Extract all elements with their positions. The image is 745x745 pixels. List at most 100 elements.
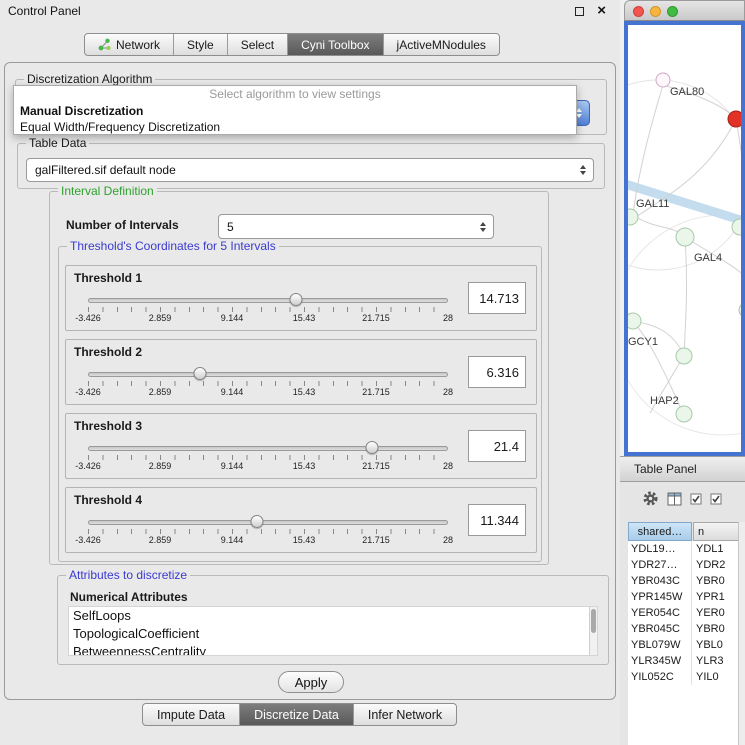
node-label: GCY1 xyxy=(628,336,658,348)
table-scrollbar[interactable] xyxy=(738,522,745,745)
table-row[interactable]: YIL052CYIL0 xyxy=(628,669,745,685)
table-row[interactable]: YBR045CYBR0 xyxy=(628,621,745,637)
tab-label: Style xyxy=(187,38,214,52)
slider-track[interactable] xyxy=(88,372,448,377)
tick-label: -3.426 xyxy=(75,461,101,471)
threshold-slider[interactable]: -3.4262.8599.14415.4321.71528 xyxy=(88,440,448,476)
threshold-panel: Threshold 3 -3.4262.8599.14415.4321.7152… xyxy=(65,413,537,479)
close-icon[interactable]: × xyxy=(597,2,606,19)
threshold-panel: Threshold 2 -3.4262.8599.14415.4321.7152… xyxy=(65,339,537,405)
tick-label: 21.715 xyxy=(362,535,390,545)
tab-network[interactable]: Network xyxy=(85,34,174,55)
float-window-icon[interactable] xyxy=(575,7,584,16)
table-row[interactable]: YBL079WYBL0 xyxy=(628,637,745,653)
tab-discretize-data[interactable]: Discretize Data xyxy=(240,704,354,725)
close-traffic-light[interactable] xyxy=(633,6,644,17)
tick-label: 15.43 xyxy=(293,313,316,323)
table-cell: YER054C xyxy=(628,605,692,621)
group-title: Interval Definition xyxy=(58,184,157,198)
network-node[interactable] xyxy=(676,406,692,422)
group-title: Table Data xyxy=(26,136,89,150)
slider-track[interactable] xyxy=(88,298,448,303)
table-row[interactable]: YBR043CYBR0 xyxy=(628,573,745,589)
interval-definition-group: Interval Definition Number of Intervals … xyxy=(49,191,549,565)
panel-title: Control Panel xyxy=(8,4,81,18)
network-node[interactable] xyxy=(739,303,741,317)
tab-style[interactable]: Style xyxy=(174,34,228,55)
network-node-selected[interactable] xyxy=(728,111,741,127)
numerical-attributes-label: Numerical Attributes xyxy=(70,590,188,604)
table-row[interactable]: YDR27…YDR2 xyxy=(628,557,745,573)
threshold-value-field[interactable]: 11.344 xyxy=(468,504,526,536)
tick-label: 21.715 xyxy=(362,387,390,397)
table-row[interactable]: YER054CYER0 xyxy=(628,605,745,621)
network-canvas[interactable]: GAL80 GAL11 GAL4 GCY1 HAP2 xyxy=(624,21,745,456)
combo-value: 5 xyxy=(227,215,234,238)
right-pane: GAL80 GAL11 GAL4 GCY1 HAP2 Table Panel xyxy=(620,0,745,745)
table-panel-header[interactable]: Table Panel xyxy=(620,456,745,482)
slider-thumb[interactable] xyxy=(193,367,206,380)
network-arc xyxy=(628,215,741,435)
table-row[interactable]: YPR145WYPR1 xyxy=(628,589,745,605)
network-node[interactable] xyxy=(676,348,692,364)
network-window-titlebar[interactable] xyxy=(624,0,745,21)
node-label: GAL11 xyxy=(636,198,669,210)
bottom-tab-bar: Impute Data Discretize Data Infer Networ… xyxy=(142,703,457,726)
scrollbar-thumb[interactable] xyxy=(591,609,596,633)
network-node[interactable] xyxy=(656,73,670,87)
zoom-traffic-light[interactable] xyxy=(667,6,678,17)
tick-label: -3.426 xyxy=(75,313,101,323)
group-title: Discretization Algorithm xyxy=(24,72,155,86)
intervals-combobox[interactable]: 5 xyxy=(218,214,494,239)
tab-jactivemnodules[interactable]: jActiveMNodules xyxy=(384,34,499,55)
tab-cyni-toolbox[interactable]: Cyni Toolbox xyxy=(288,34,383,55)
checkbox-icon[interactable] xyxy=(710,493,722,505)
tab-label: Cyni Toolbox xyxy=(301,38,369,52)
threshold-slider[interactable]: -3.4262.8599.14415.4321.71528 xyxy=(88,366,448,402)
list-item[interactable]: SelfLoops xyxy=(69,607,597,625)
dropdown-item-manual-discretization[interactable]: Manual Discretization xyxy=(14,103,576,119)
list-scrollbar[interactable] xyxy=(589,607,597,655)
threshold-label: Threshold 2 xyxy=(74,345,142,359)
threshold-slider[interactable]: -3.4262.8599.14415.4321.71528 xyxy=(88,292,448,328)
network-window: GAL80 GAL11 GAL4 GCY1 HAP2 xyxy=(624,0,745,456)
checkbox-icon[interactable] xyxy=(690,493,702,505)
network-node[interactable] xyxy=(628,313,641,329)
threshold-value-field[interactable]: 6.316 xyxy=(468,356,526,388)
network-node[interactable] xyxy=(628,209,638,225)
node-label: GAL80 xyxy=(670,86,704,98)
tab-infer-network[interactable]: Infer Network xyxy=(354,704,456,725)
apply-button[interactable]: Apply xyxy=(278,671,344,693)
slider-tick-labels: -3.4262.8599.14415.4321.71528 xyxy=(88,387,448,398)
minimize-traffic-light[interactable] xyxy=(650,6,661,17)
slider-thumb[interactable] xyxy=(366,441,379,454)
slider-thumb[interactable] xyxy=(251,515,264,528)
dropdown-item-equal-width[interactable]: Equal Width/Frequency Discretization xyxy=(14,119,576,135)
column-header-shared-name[interactable]: shared… xyxy=(628,522,692,541)
gear-icon[interactable] xyxy=(642,490,659,507)
table-data-combobox[interactable]: galFiltered.sif default node xyxy=(26,158,594,182)
table-row[interactable]: YDL19…YDL1 xyxy=(628,541,745,557)
threshold-value-field[interactable]: 21.4 xyxy=(468,430,526,462)
slider-thumb[interactable] xyxy=(289,293,302,306)
table-cell: YPR145W xyxy=(628,589,692,605)
slider-track[interactable] xyxy=(88,446,448,451)
slider-track[interactable] xyxy=(88,520,448,525)
threshold-slider[interactable]: -3.4262.8599.14415.4321.71528 xyxy=(88,514,448,550)
threshold-value-field[interactable]: 14.713 xyxy=(468,282,526,314)
table-cell: YBR043C xyxy=(628,573,692,589)
table-row[interactable]: YLR345WYLR3 xyxy=(628,653,745,669)
list-item[interactable]: BetweennessCentrality xyxy=(69,643,597,656)
network-node[interactable] xyxy=(676,228,694,246)
tick-label: 2.859 xyxy=(149,461,172,471)
control-panel-titlebar: Control Panel × xyxy=(0,0,620,22)
tab-impute-data[interactable]: Impute Data xyxy=(143,704,240,725)
tab-label: Select xyxy=(241,38,274,52)
tick-label: -3.426 xyxy=(75,387,101,397)
list-item[interactable]: TopologicalCoefficient xyxy=(69,625,597,643)
slider-tick-labels: -3.4262.8599.14415.4321.71528 xyxy=(88,313,448,324)
columns-icon[interactable] xyxy=(667,492,682,506)
tab-select[interactable]: Select xyxy=(228,34,288,55)
combo-value: galFiltered.sif default node xyxy=(35,159,176,181)
dropdown-placeholder-item[interactable]: Select algorithm to view settings xyxy=(14,86,576,103)
